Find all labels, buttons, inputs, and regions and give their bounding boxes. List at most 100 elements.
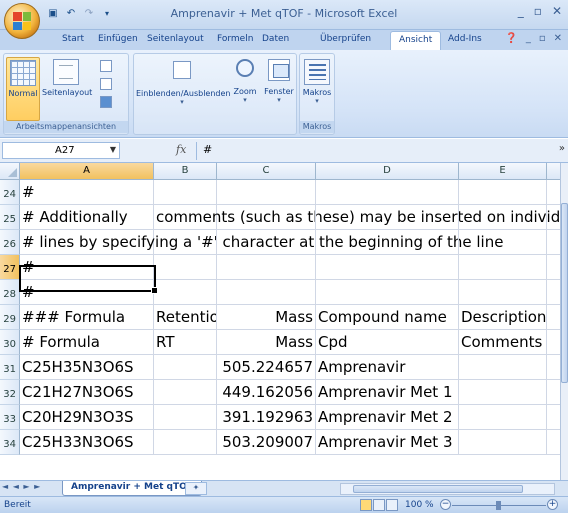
cell-e29[interactable]: Description [459, 305, 547, 330]
row-header-32[interactable]: 32 [0, 380, 20, 405]
row-header-27[interactable]: 27 [0, 255, 20, 280]
normal-view-icon[interactable] [360, 499, 372, 511]
zoom-slider[interactable]: − + [440, 499, 558, 511]
cell-b31[interactable] [154, 355, 217, 380]
expand-formula-icon[interactable]: » [559, 143, 565, 154]
cell-b25[interactable]: comments (such as these) may be inserted… [154, 205, 560, 230]
cell-a26[interactable]: # lines by specifying a '#' character at… [20, 230, 503, 255]
column-header-d[interactable]: D [316, 163, 459, 180]
cell-c29[interactable]: Mass [217, 305, 316, 330]
cell-b26[interactable] [154, 230, 217, 255]
help-icon[interactable]: ❓ [505, 33, 517, 44]
page-break-view-icon[interactable] [386, 499, 398, 511]
cell-f24[interactable] [547, 180, 560, 205]
custom-views-icon[interactable] [100, 78, 112, 90]
ribbon-close-icon[interactable]: ✕ [554, 33, 562, 44]
cell-f30[interactable] [547, 330, 560, 355]
cell-d31[interactable]: Amprenavir [316, 355, 459, 380]
cell-e32[interactable] [459, 380, 547, 405]
function-icon[interactable]: fx [176, 143, 186, 156]
page-layout-view-icon[interactable] [373, 499, 385, 511]
chevron-down-icon[interactable]: ▼ [110, 145, 116, 154]
cell-f34[interactable] [547, 430, 560, 455]
cell-e27[interactable] [459, 255, 547, 280]
horizontal-scroll-thumb[interactable] [353, 485, 523, 493]
tab-formeln[interactable]: Formeln [217, 34, 253, 44]
zoom-level[interactable]: 100 % [405, 500, 434, 510]
macros-button[interactable]: Makros ▾ [301, 57, 333, 121]
insert-sheet-icon[interactable]: ✦ [185, 482, 207, 495]
tab-add-ins[interactable]: Add-Ins [448, 34, 482, 44]
cell-d33[interactable]: Amprenavir Met 2 [316, 405, 459, 430]
cell-d27[interactable] [316, 255, 459, 280]
cell-d29[interactable]: Compound name [316, 305, 459, 330]
minimize-icon[interactable]: _ [518, 4, 524, 18]
cell-d34[interactable]: Amprenavir Met 3 [316, 430, 459, 455]
cell-e28[interactable] [459, 280, 547, 305]
select-all-corner[interactable] [0, 163, 20, 180]
zoom-button[interactable]: Zoom ▾ [230, 57, 260, 121]
cell-b27[interactable] [154, 255, 217, 280]
row-header-30[interactable]: 30 [0, 330, 20, 355]
cell-d32[interactable]: Amprenavir Met 1 [316, 380, 459, 405]
cell-b28[interactable] [154, 280, 217, 305]
cell-f29[interactable] [547, 305, 560, 330]
row-header-25[interactable]: 25 [0, 205, 20, 230]
cell-a30[interactable]: # Formula [20, 330, 154, 355]
cell-a24[interactable]: # [20, 180, 154, 205]
restore-icon[interactable]: ▫ [534, 4, 542, 18]
cell-f28[interactable] [547, 280, 560, 305]
column-header-b[interactable]: B [154, 163, 217, 180]
cell-c26[interactable] [217, 230, 316, 255]
row-header-33[interactable]: 33 [0, 405, 20, 430]
window-button[interactable]: Fenster ▾ [262, 57, 296, 121]
office-button[interactable] [4, 3, 40, 39]
full-screen-icon[interactable] [100, 96, 112, 108]
cell-e25[interactable] [459, 205, 547, 230]
cell-d26[interactable] [316, 230, 459, 255]
cell-a31[interactable]: C25H35N3O6S [20, 355, 154, 380]
zoom-in-icon[interactable]: + [547, 499, 558, 510]
normal-view-button[interactable]: Normal [6, 57, 40, 121]
zoom-slider-handle[interactable] [496, 501, 501, 510]
row-header-28[interactable]: 28 [0, 280, 20, 305]
cell-e31[interactable] [459, 355, 547, 380]
column-header-a[interactable]: A [20, 163, 154, 180]
cell-d30[interactable]: Cpd [316, 330, 459, 355]
cell-b29[interactable]: Retention Time [154, 305, 217, 330]
page-break-preview-icon[interactable] [100, 60, 112, 72]
sheet-nav-buttons[interactable]: ◄ ◄ ► ► [2, 482, 41, 491]
tab-start[interactable]: Start [62, 34, 84, 44]
cell-c33[interactable]: 391.192963 [217, 405, 316, 430]
horizontal-scrollbar[interactable] [340, 483, 555, 495]
row-header-34[interactable]: 34 [0, 430, 20, 455]
page-layout-view-button[interactable]: Seitenlayout [42, 57, 92, 121]
cell-e30[interactable]: Comments [459, 330, 547, 355]
formula-input[interactable]: # [203, 143, 212, 156]
tab-seitenlayout[interactable]: Seitenlayout [147, 34, 204, 44]
cell-a27[interactable]: # [20, 255, 154, 280]
cell-a33[interactable]: C20H29N3O3S [20, 405, 154, 430]
row-header-26[interactable]: 26 [0, 230, 20, 255]
row-header-29[interactable]: 29 [0, 305, 20, 330]
name-box[interactable]: A27 ▼ [2, 142, 120, 159]
column-header-f[interactable]: F [547, 163, 560, 180]
cell-f25[interactable] [547, 205, 560, 230]
cell-f33[interactable] [547, 405, 560, 430]
ribbon-restore-icon[interactable]: ▫ [539, 33, 546, 44]
sheet-tab-active[interactable]: Amprenavir + Met qTOF [62, 481, 202, 496]
cell-c28[interactable] [217, 280, 316, 305]
cell-c30[interactable]: Mass [217, 330, 316, 355]
close-icon[interactable]: ✕ [552, 4, 562, 18]
cell-f27[interactable] [547, 255, 560, 280]
cell-c27[interactable] [217, 255, 316, 280]
tab-daten[interactable]: Daten [262, 34, 289, 44]
tab-ueberpruefen[interactable]: Überprüfen [320, 34, 371, 44]
cell-f32[interactable] [547, 380, 560, 405]
cell-b32[interactable] [154, 380, 217, 405]
column-header-c[interactable]: C [217, 163, 316, 180]
vertical-scroll-thumb[interactable] [561, 203, 568, 383]
cell-f31[interactable] [547, 355, 560, 380]
cell-a28[interactable]: # [20, 280, 154, 305]
cell-e24[interactable] [459, 180, 547, 205]
